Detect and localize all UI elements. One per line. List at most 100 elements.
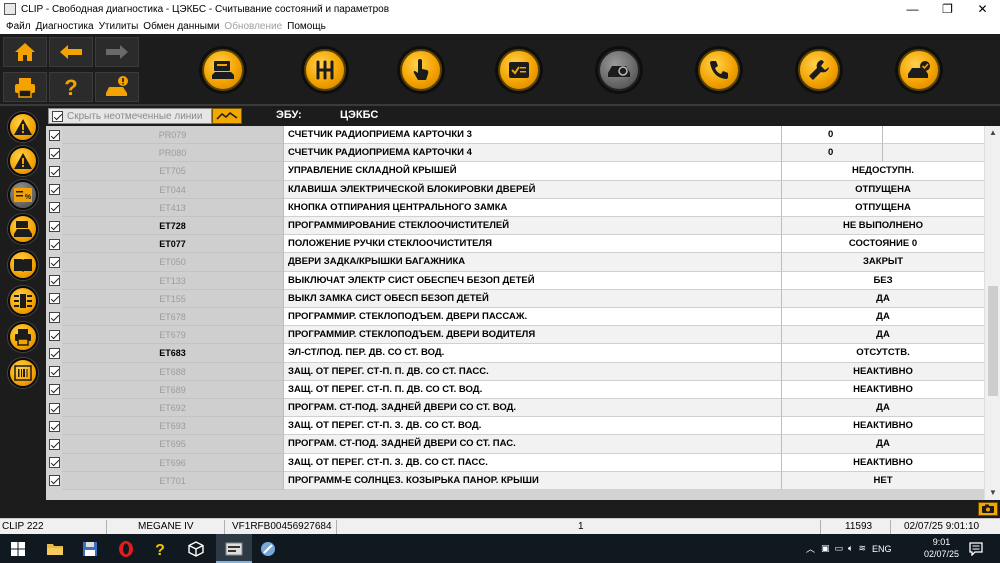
wrench-button[interactable] xyxy=(798,49,840,91)
taskbar-save-app[interactable] xyxy=(80,539,100,559)
parameters-button[interactable]: % xyxy=(8,180,38,210)
table-row[interactable]: ET696 ЗАЩ. ОТ ПЕРЕГ. СТ-П. З. ДВ. СО СТ. … xyxy=(46,453,984,472)
taskbar-opera[interactable] xyxy=(116,539,136,559)
graph-toggle-button[interactable] xyxy=(212,108,242,124)
row-checkbox[interactable] xyxy=(48,347,60,359)
table-row[interactable]: ET728 ПРОГРАММИРОВАНИЕ СТЕКЛООЧИСТИТЕЛЕЙ Н… xyxy=(46,217,984,236)
table-row[interactable]: ET689 ЗАЩ. ОТ ПЕРЕГ. СТ-П. П. ДВ. СО СТ. … xyxy=(46,380,984,399)
menu-file[interactable]: Файл xyxy=(6,21,31,32)
row-checkbox[interactable] xyxy=(48,202,60,214)
vehicle-diagnosis-button[interactable] xyxy=(598,49,640,91)
row-checkbox[interactable] xyxy=(48,384,60,396)
table-row[interactable]: ET044 КЛАВИША ЭЛЕКТРИЧЕСКОЙ БЛОКИРОВКИ ДВ… xyxy=(46,180,984,199)
table-scrollbar[interactable]: ▲ ▼ xyxy=(984,126,1000,500)
scroll-thumb[interactable] xyxy=(988,286,998,396)
manual-book-button[interactable] xyxy=(8,250,38,280)
row-checkbox[interactable] xyxy=(48,293,60,305)
row-checkbox[interactable] xyxy=(48,238,60,250)
vehicle-list-button[interactable] xyxy=(8,214,38,244)
injection-button[interactable] xyxy=(8,286,38,316)
row-checkbox[interactable] xyxy=(48,329,60,341)
taskbar-3d-app[interactable] xyxy=(186,539,206,559)
warning-button-2[interactable] xyxy=(8,146,38,176)
volume-icon[interactable]: 🔈︎ xyxy=(848,543,853,554)
row-checkbox[interactable] xyxy=(48,129,60,141)
row-checkbox[interactable] xyxy=(48,256,60,268)
print-button[interactable] xyxy=(3,72,47,102)
scroll-down-arrow[interactable]: ▼ xyxy=(985,486,1000,500)
row-checkbox[interactable] xyxy=(48,475,60,487)
row-checkbox[interactable] xyxy=(48,147,60,159)
tray-app-icon[interactable]: ▣ xyxy=(821,543,830,554)
barcode-button[interactable] xyxy=(8,358,38,388)
injection-icon xyxy=(14,294,32,308)
scroll-up-arrow[interactable]: ▲ xyxy=(985,126,1000,140)
taskbar-tool-app[interactable] xyxy=(258,539,278,559)
table-row[interactable]: ET155 ВЫКЛ ЗАМКА СИСТ ОБЕСП БЕЗОП ДЕТЕЙ ДА xyxy=(46,289,984,308)
hide-lines-checkbox[interactable] xyxy=(52,110,63,122)
close-button[interactable]: ✕ xyxy=(965,0,1000,18)
table-row[interactable]: PR080 СЧЕТЧИК РАДИОПРИЕМА КАРТОЧКИ 40 xyxy=(46,144,984,163)
warning-button-1[interactable] xyxy=(8,112,38,142)
row-checkbox[interactable] xyxy=(48,275,60,287)
checklist-button[interactable] xyxy=(498,49,540,91)
menu-diagnostics[interactable]: Диагностика xyxy=(36,21,94,32)
warning-icon xyxy=(14,153,32,169)
table-row[interactable]: ET133 ВЫКЛЮЧАТ ЭЛЕКТР СИСТ ОБЕСПЕЧ БЕЗОП … xyxy=(46,271,984,290)
taskbar-clock[interactable]: 9:01 02/07/25 xyxy=(924,536,959,560)
table-row[interactable]: ET695 ПРОГРАМ. СТ-ПОД. ЗАДНЕЙ ДВЕРИ СО СТ… xyxy=(46,435,984,454)
row-checkbox[interactable] xyxy=(48,184,60,196)
row-checkbox[interactable] xyxy=(48,438,60,450)
touch-button[interactable] xyxy=(400,49,442,91)
row-checkbox[interactable] xyxy=(48,220,60,232)
row-checkbox[interactable] xyxy=(48,165,60,177)
row-checkbox[interactable] xyxy=(48,420,60,432)
start-button[interactable] xyxy=(8,539,28,559)
ecu-screen-button[interactable] xyxy=(202,49,244,91)
network-icon[interactable]: ≋ xyxy=(858,543,866,554)
taskbar-file-explorer[interactable] xyxy=(45,539,65,559)
table-row[interactable]: ET692 ПРОГРАМ. СТ-ПОД. ЗАДНЕЙ ДВЕРИ СО СТ… xyxy=(46,399,984,418)
table-row[interactable]: ET705 УПРАВЛЕНИЕ СКЛАДНОЙ КРЫШЕЙ НЕДОСТУПН… xyxy=(46,162,984,181)
row-checkbox-cell xyxy=(46,399,62,418)
screenshot-button[interactable] xyxy=(978,502,998,516)
back-button[interactable] xyxy=(49,37,93,67)
row-checkbox[interactable] xyxy=(48,457,60,469)
phone-support-button[interactable] xyxy=(698,49,740,91)
minimize-button[interactable]: — xyxy=(895,0,930,18)
row-checkbox-cell xyxy=(46,435,62,454)
table-row[interactable]: ET679 ПРОГРАММИР. СТЕКЛОПОДЪЕМ. ДВЕРИ ВОД… xyxy=(46,326,984,345)
forward-button[interactable] xyxy=(95,37,139,67)
printer-vehicle-button[interactable] xyxy=(8,322,38,352)
status-tool: CLIP 222 xyxy=(2,521,44,532)
table-row[interactable]: ET683 ЭЛ-СТ/ПОД. ПЕР. ДВ. СО СТ. ВОД. ОТСУ… xyxy=(46,344,984,363)
menu-data-exchange[interactable]: Обмен данными xyxy=(143,21,219,32)
row-checkbox[interactable] xyxy=(48,311,60,323)
language-indicator[interactable]: ENG xyxy=(872,544,892,554)
row-checkbox-cell xyxy=(46,308,62,327)
taskbar-clip[interactable] xyxy=(224,539,244,559)
home-button[interactable] xyxy=(3,37,47,67)
battery-icon[interactable]: ▭ xyxy=(835,543,844,554)
menu-help[interactable]: Помощь xyxy=(287,21,326,32)
vehicle-alert-button[interactable] xyxy=(95,72,139,102)
menu-utilities[interactable]: Утилиты xyxy=(99,21,139,32)
table-row[interactable]: ET413 КНОПКА ОТПИРАНИЯ ЦЕНТРАЛЬНОГО ЗАМКА… xyxy=(46,198,984,217)
help-button[interactable]: ? xyxy=(49,72,93,102)
tray-chevron-icon[interactable]: ︿ xyxy=(806,542,815,555)
restore-button[interactable]: ❐ xyxy=(930,0,965,18)
table-row[interactable]: ET693 ЗАЩ. ОТ ПЕРЕГ. СТ-П. З. ДВ. СО СТ. … xyxy=(46,417,984,436)
taskbar-help-app[interactable]: ? xyxy=(150,539,170,559)
notifications-button[interactable] xyxy=(966,539,986,559)
table-row[interactable]: ET688 ЗАЩ. ОТ ПЕРЕГ. СТ-П. П. ДВ. СО СТ. … xyxy=(46,362,984,381)
table-row[interactable]: ET678 ПРОГРАММИР. СТЕКЛОПОДЪЕМ. ДВЕРИ ПАС… xyxy=(46,308,984,327)
table-row[interactable]: ET701 ПРОГРАММ-Е СОЛНЦЕЗ. КОЗЫРЬКА ПАНОР.… xyxy=(46,471,984,490)
table-row[interactable]: ET050 ДВЕРИ ЗАДКА/КРЫШКИ БАГАЖНИКА ЗАКРЫТ xyxy=(46,253,984,272)
hide-unchecked-lines-toggle[interactable]: Скрыть неотмеченные линии xyxy=(48,108,212,124)
table-row[interactable]: PR079 СЧЕТЧИК РАДИОПРИЕМА КАРТОЧКИ 30 xyxy=(46,126,984,145)
row-checkbox[interactable] xyxy=(48,402,60,414)
row-checkbox[interactable] xyxy=(48,366,60,378)
gearbox-button[interactable] xyxy=(304,49,346,91)
table-row[interactable]: ET077 ПОЛОЖЕНИЕ РУЧКИ СТЕКЛООЧИСТИТЕЛЯ СОС… xyxy=(46,235,984,254)
vehicle-check-button[interactable] xyxy=(898,49,940,91)
